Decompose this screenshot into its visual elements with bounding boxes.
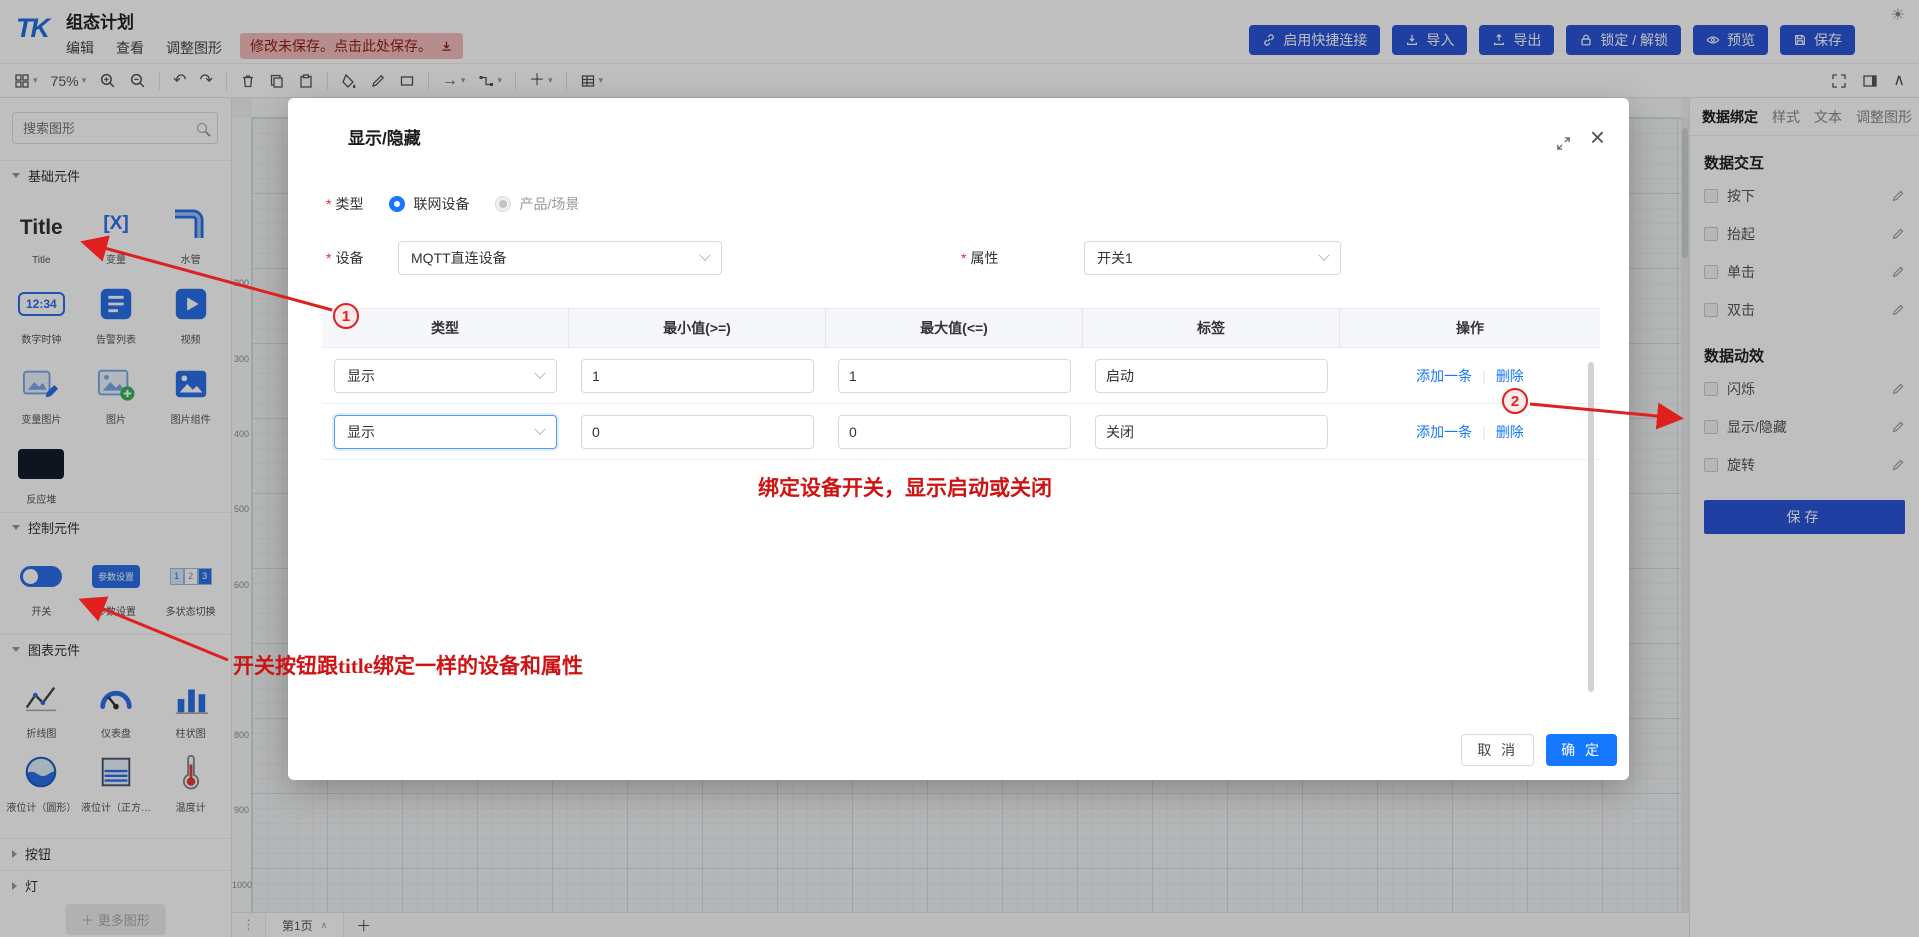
dialog-title: 显示/隐藏 xyxy=(348,124,421,149)
chevron-down-icon xyxy=(1318,250,1329,261)
attribute-select[interactable]: 开关1 xyxy=(1084,241,1341,275)
row1-add-link[interactable]: 添加一条 xyxy=(1416,366,1472,386)
row1-type-select[interactable]: 显示 xyxy=(334,359,557,393)
radio-product-scene[interactable]: 产品/场景 xyxy=(495,194,579,214)
radio-networked-device[interactable]: 联网设备 xyxy=(389,194,469,214)
row2-tag-input[interactable] xyxy=(1095,415,1328,449)
dialog-footer: 取 消 确 定 xyxy=(1461,734,1617,766)
type-field: *类型 联网设备 产品/场景 xyxy=(326,194,579,214)
step-1-marker: 1 xyxy=(333,303,359,329)
row1-max-input[interactable] xyxy=(838,359,1071,393)
maximize-icon[interactable] xyxy=(1556,136,1571,151)
table-header-row: 类型 最小值(>=) 最大值(<=) 标签 操作 xyxy=(322,308,1600,348)
ok-button[interactable]: 确 定 xyxy=(1546,734,1617,766)
row2-type-select[interactable]: 显示 xyxy=(334,415,557,449)
close-icon[interactable]: × xyxy=(1590,124,1605,150)
row2-max-input[interactable] xyxy=(838,415,1071,449)
chevron-down-icon xyxy=(534,423,545,434)
row2-add-link[interactable]: 添加一条 xyxy=(1416,422,1472,442)
row1-min-input[interactable] xyxy=(581,359,814,393)
step-2-marker: 2 xyxy=(1502,388,1528,414)
radio-disabled-icon xyxy=(495,196,511,212)
cancel-button[interactable]: 取 消 xyxy=(1461,734,1534,766)
app-window: TK 组态计划 编辑 查看 调整图形 修改未保存。点击此处保存。 启用快捷连接 … xyxy=(0,0,1919,937)
tutorial-note-sidebar: 开关按钮跟title绑定一样的设备和属性 xyxy=(233,650,583,680)
radio-selected-icon xyxy=(389,196,405,212)
modal-scrollbar-thumb[interactable] xyxy=(1588,362,1594,692)
table-row: 显示 添加一条 | 删除 xyxy=(322,404,1600,460)
type-label: 类型 xyxy=(335,196,363,212)
chevron-down-icon xyxy=(534,367,545,378)
row2-delete-link[interactable]: 删除 xyxy=(1496,422,1524,442)
device-label: *设备 xyxy=(326,248,363,268)
tutorial-note-modal: 绑定设备开关，显示启动或关闭 xyxy=(758,472,1052,502)
chevron-down-icon xyxy=(699,250,710,261)
row1-tag-input[interactable] xyxy=(1095,359,1328,393)
attribute-label: *属性 xyxy=(961,248,998,268)
row2-min-input[interactable] xyxy=(581,415,814,449)
row1-delete-link[interactable]: 删除 xyxy=(1496,366,1524,386)
conditions-table: 类型 最小值(>=) 最大值(<=) 标签 操作 显示 添加一条 | 删除 xyxy=(322,308,1600,460)
table-row: 显示 添加一条 | 删除 xyxy=(322,348,1600,404)
device-select[interactable]: MQTT直连设备 xyxy=(398,241,722,275)
